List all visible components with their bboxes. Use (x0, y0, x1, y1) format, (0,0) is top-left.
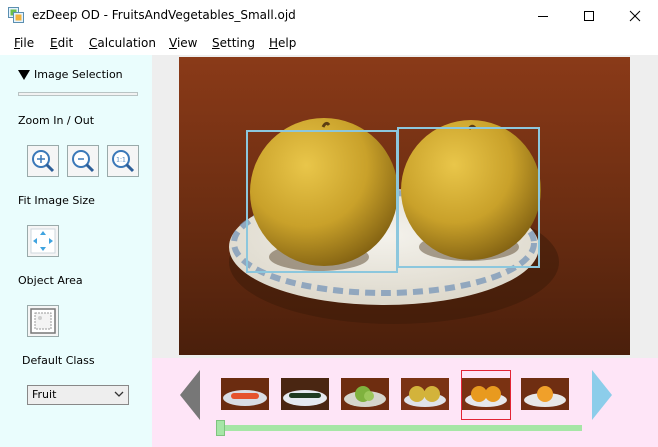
menu-bar: File Edit Calculation View Setting Help (0, 31, 658, 55)
object-area-button[interactable] (27, 305, 59, 337)
menu-help[interactable]: Help (269, 36, 296, 50)
thumbnail-mandarin[interactable] (521, 378, 569, 410)
image-selection-divider (18, 92, 138, 96)
zoom-in-icon (32, 150, 55, 173)
menu-view[interactable]: View (169, 36, 197, 50)
title-bar: ezDeep OD - FruitsAndVegetables_Small.oj… (0, 0, 658, 31)
menu-calculation[interactable]: Calculation (89, 36, 156, 50)
thumbnail-slider-track[interactable] (220, 425, 582, 431)
previous-arrow-icon[interactable] (180, 370, 202, 420)
thumbnail-image (281, 378, 329, 410)
minimize-icon (538, 15, 548, 17)
thumbnail-carrot[interactable] (221, 378, 269, 410)
fit-image-button[interactable] (27, 225, 59, 257)
zoom-out-icon (72, 150, 95, 173)
thumbnail-image (341, 378, 389, 410)
image-selection-toggle[interactable]: Image Selection (18, 68, 123, 81)
zoom-actual-size-icon: 1:1 (112, 150, 135, 173)
thumbnail-image (401, 378, 449, 410)
zoom-actual-size-button[interactable]: 1:1 (107, 145, 139, 177)
thumbnail-image (462, 378, 510, 410)
thumbnail-strip (152, 358, 658, 447)
fit-image-icon (30, 228, 56, 254)
thumbnail-cucumber[interactable] (281, 378, 329, 410)
triangle-down-icon (18, 69, 30, 80)
default-class-label: Default Class (22, 354, 95, 367)
thumbnail-slider-handle[interactable] (216, 420, 225, 436)
thumbnail-oranges[interactable] (462, 378, 510, 410)
next-arrow-icon[interactable] (590, 370, 612, 420)
thumbnail-greens[interactable] (341, 378, 389, 410)
zoom-label: Zoom In / Out (18, 114, 95, 127)
zoom-out-button[interactable] (67, 145, 99, 177)
app-icon (8, 7, 24, 23)
bounding-box[interactable] (397, 127, 540, 268)
image-selection-label: Image Selection (34, 68, 123, 81)
zoom-actual-text: 1:1 (116, 157, 126, 164)
default-class-value: Fruit (32, 388, 57, 401)
menu-file[interactable]: File (14, 36, 34, 50)
object-area-icon (30, 308, 56, 334)
chevron-down-icon (114, 391, 124, 397)
image-viewer[interactable] (152, 55, 658, 358)
maximize-button[interactable] (566, 0, 612, 31)
default-class-select[interactable]: Fruit (27, 385, 129, 405)
close-button[interactable] (612, 0, 658, 31)
object-area-label: Object Area (18, 274, 83, 287)
main-image[interactable] (179, 57, 630, 355)
zoom-in-button[interactable] (27, 145, 59, 177)
thumbnail-image (221, 378, 269, 410)
maximize-icon (584, 10, 594, 21)
menu-setting[interactable]: Setting (212, 36, 255, 50)
close-icon (629, 10, 641, 21)
left-panel: Image Selection Zoom In / Out 1:1 Fit Im… (0, 55, 152, 447)
bounding-box[interactable] (246, 130, 398, 273)
thumbnail-pears-yellow[interactable] (401, 378, 449, 410)
thumbnail-image (521, 378, 569, 410)
window-title: ezDeep OD - FruitsAndVegetables_Small.oj… (32, 8, 296, 22)
minimize-button[interactable] (520, 0, 566, 31)
fit-image-label: Fit Image Size (18, 194, 95, 207)
menu-edit[interactable]: Edit (50, 36, 73, 50)
